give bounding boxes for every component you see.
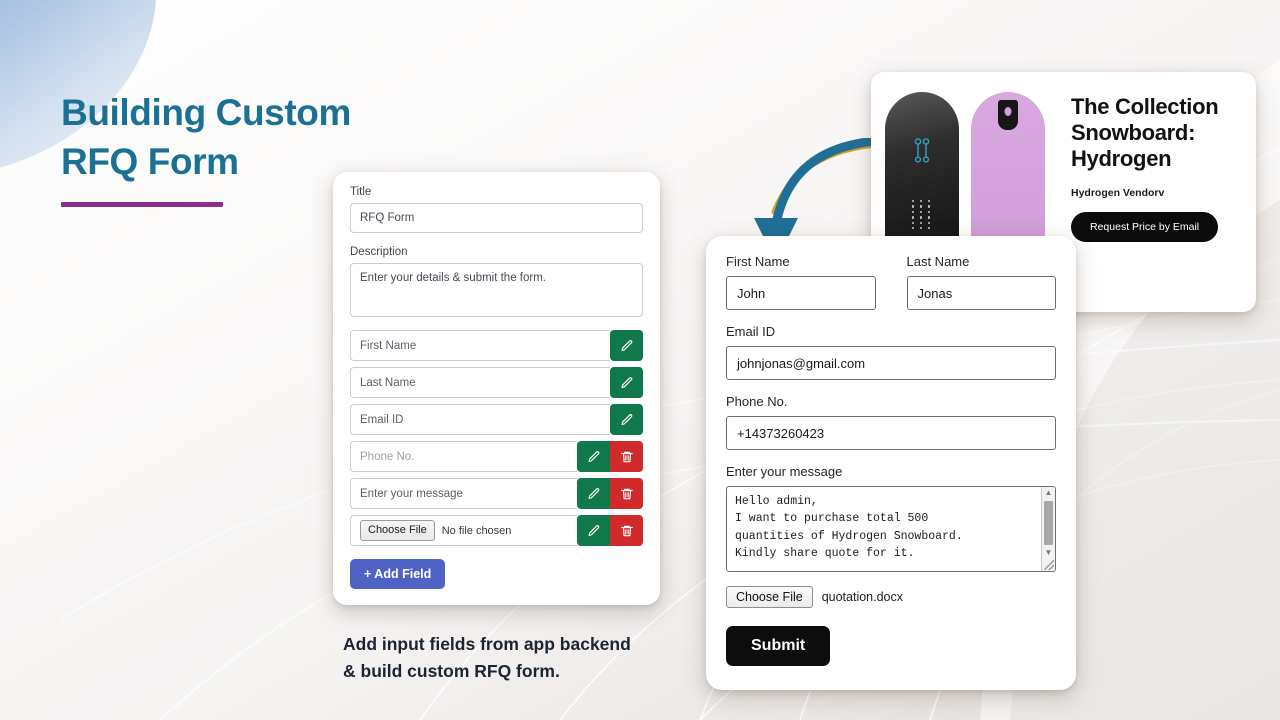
choose-file-button[interactable]: Choose File [726, 586, 813, 608]
last-name-label: Last Name [906, 254, 970, 269]
builder-field-input[interactable]: Last Name [350, 367, 610, 398]
first-name-input[interactable]: John [726, 276, 876, 310]
builder-field-row: Choose File No file chosen [350, 515, 643, 546]
builder-field-input[interactable]: Enter your message [350, 478, 577, 509]
builder-field-list: First Name Last Name Email ID Phone No. Ente… [350, 330, 643, 546]
page-title-line-1: Building Custom [61, 92, 351, 133]
builder-field-row: Phone No. [350, 441, 643, 472]
pencil-icon[interactable] [610, 367, 643, 398]
title-underline-rule [61, 202, 223, 208]
submit-button[interactable]: Submit [726, 626, 831, 666]
builder-choose-file-button[interactable]: Choose File [360, 520, 435, 541]
email-label: Email ID [726, 324, 776, 339]
snowboard-logo-icon [914, 138, 930, 163]
product-vendor: Hydrogen Vendorv [1071, 186, 1165, 199]
builder-description-input[interactable]: Enter your details & submit the form. [350, 263, 643, 317]
storefront-rfq-form-card: First Name John Last Name Jonas Email ID… [706, 236, 1076, 690]
phone-input[interactable]: +14373260423 [726, 416, 1056, 450]
message-label: Enter your message [726, 464, 843, 479]
snowboard-dot-grid [912, 200, 932, 230]
chosen-file-name: quotation.docx [821, 590, 904, 604]
textarea-resize-grip[interactable] [1044, 560, 1054, 570]
pencil-icon[interactable] [610, 330, 643, 361]
trash-icon[interactable] [610, 478, 643, 509]
builder-field-file-input[interactable]: Choose File No file chosen [350, 515, 577, 546]
builder-field-input[interactable]: Phone No. [350, 441, 577, 472]
last-name-input[interactable]: Jonas [906, 276, 1056, 310]
trash-icon[interactable] [610, 441, 643, 472]
email-input[interactable]: johnjonas@gmail.com [726, 346, 1056, 380]
builder-field-row: Enter your message [350, 478, 643, 509]
builder-title-label: Title [350, 186, 372, 198]
page-title-line-2: RFQ Form [61, 141, 239, 183]
caption-text: Add input fields from app backend & buil… [343, 631, 673, 686]
builder-title-input[interactable]: RFQ Form [350, 203, 643, 233]
file-upload-control[interactable]: Choose File quotation.docx [726, 586, 1056, 608]
pencil-icon[interactable] [577, 515, 610, 546]
rfq-form-builder-card: Title RFQ Form Description Enter your de… [333, 172, 660, 605]
scrollbar-thumb[interactable] [1044, 501, 1053, 545]
builder-field-input[interactable]: Email ID [350, 404, 610, 435]
textarea-scrollbar[interactable]: ▲ ▼ [1041, 487, 1055, 571]
builder-file-status: No file chosen [441, 524, 512, 537]
product-title: The Collection Snowboard: Hydrogen [1071, 94, 1219, 172]
trash-icon[interactable] [610, 515, 643, 546]
first-name-label: First Name [726, 254, 790, 269]
pencil-icon[interactable] [577, 441, 610, 472]
scroll-down-icon[interactable]: ▼ [1045, 547, 1053, 559]
builder-field-input[interactable]: First Name [350, 330, 610, 361]
builder-field-row: First Name [350, 330, 643, 361]
caption-line-2: & build custom RFQ form. [343, 661, 560, 682]
message-textarea-value: Hello admin, I want to purchase total 50… [735, 495, 963, 561]
scroll-up-icon[interactable]: ▲ [1045, 487, 1053, 499]
builder-field-row: Email ID [350, 404, 643, 435]
builder-field-row: Last Name [350, 367, 643, 398]
pencil-icon[interactable] [610, 404, 643, 435]
phone-label: Phone No. [726, 394, 788, 409]
caption-line-1: Add input fields from app backend [343, 634, 631, 654]
builder-description-label: Description [350, 246, 408, 258]
message-textarea[interactable]: Hello admin, I want to purchase total 50… [726, 486, 1056, 572]
slide-canvas: Building Custom RFQ Form Add input field… [0, 0, 1280, 720]
pencil-icon[interactable] [577, 478, 610, 509]
add-field-button[interactable]: + Add Field [350, 559, 446, 589]
request-price-by-email-button[interactable]: Request Price by Email [1071, 211, 1219, 242]
